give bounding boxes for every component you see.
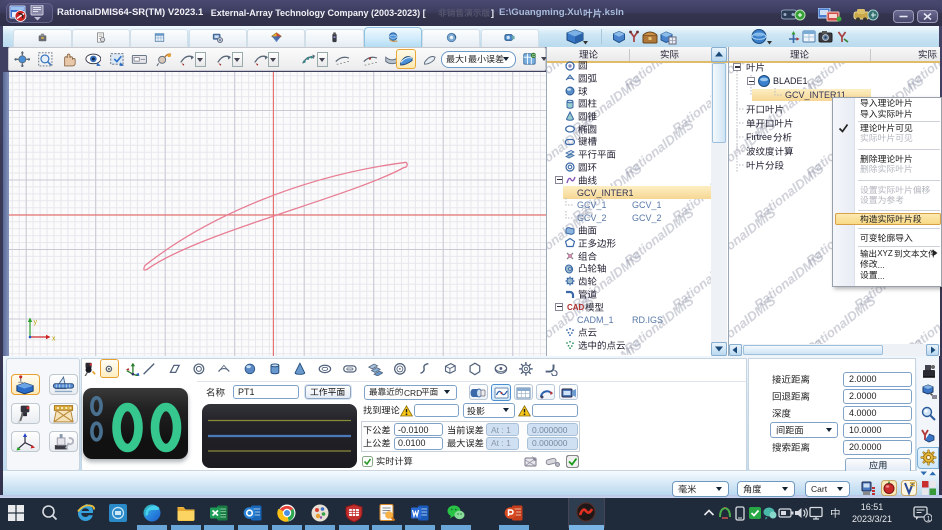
svg-text:y: y: [34, 319, 38, 326]
svg-text:x: x: [52, 336, 56, 343]
svg-text:1: 1: [927, 516, 931, 523]
